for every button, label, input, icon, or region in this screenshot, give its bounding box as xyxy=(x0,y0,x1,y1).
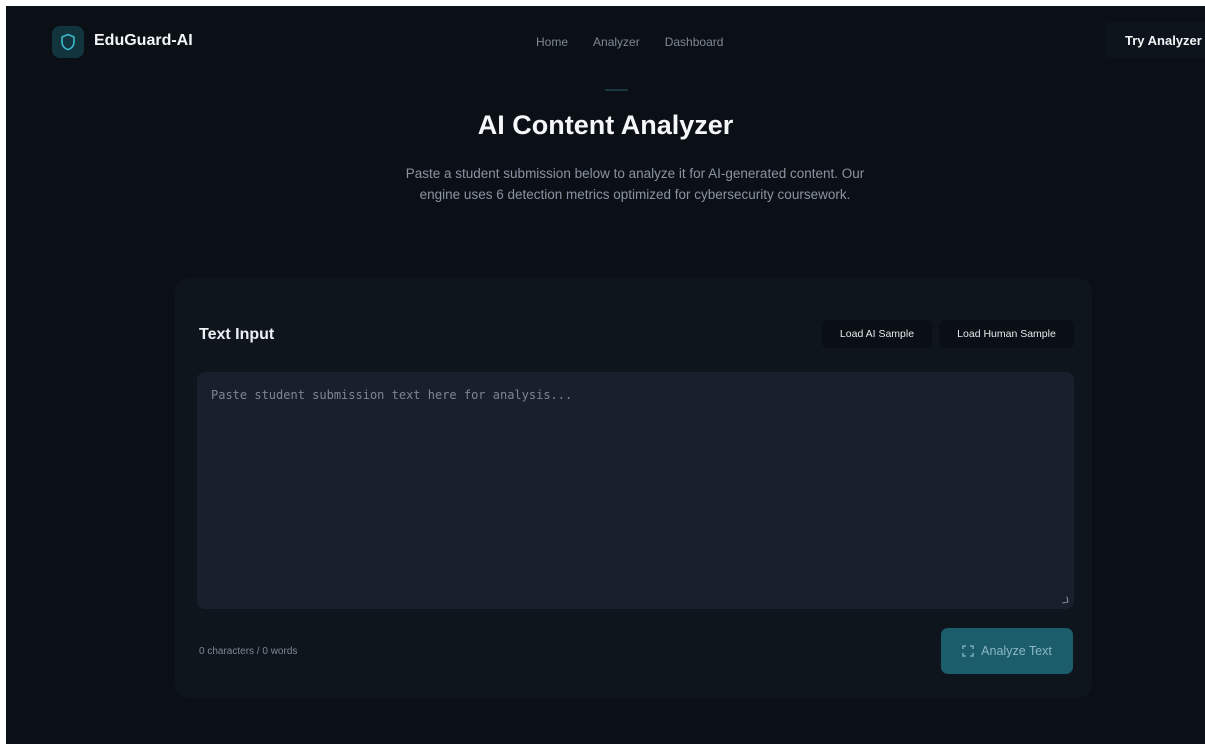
load-human-sample-button[interactable]: Load Human Sample xyxy=(939,320,1074,348)
page-subtitle: Paste a student submission below to anal… xyxy=(405,166,865,202)
nav-home-link[interactable]: Home xyxy=(536,35,568,49)
card-title: Text Input xyxy=(199,326,275,343)
submission-textarea[interactable] xyxy=(197,372,1074,609)
scan-icon xyxy=(962,645,974,657)
analyze-text-button[interactable]: Analyze Text xyxy=(941,628,1073,674)
nav-dashboard-link[interactable]: Dashboard xyxy=(665,35,724,49)
analyze-text-label: Analyze Text xyxy=(981,644,1052,658)
page-title: AI Content Analyzer xyxy=(477,110,734,140)
character-word-count: 0 characters / 0 words xyxy=(199,646,298,657)
resize-handle[interactable] xyxy=(1061,596,1069,604)
shield-icon xyxy=(61,33,75,51)
load-ai-sample-button[interactable]: Load AI Sample xyxy=(822,320,932,348)
nav-analyzer-link[interactable]: Analyzer xyxy=(593,35,640,91)
nav-links: Home Analyzer Dashboard xyxy=(536,35,724,91)
brand-name[interactable]: EduGuard-AI xyxy=(94,32,193,50)
app-window: EduGuard-AI Home Analyzer Dashboard Try … xyxy=(6,6,1205,744)
navbar: EduGuard-AI Home Analyzer Dashboard Try … xyxy=(6,6,1205,91)
logo[interactable] xyxy=(52,26,84,58)
try-analyzer-button[interactable]: Try Analyzer xyxy=(1105,22,1205,58)
text-input-card: Text Input Load AI Sample Load Human Sam… xyxy=(175,278,1092,698)
